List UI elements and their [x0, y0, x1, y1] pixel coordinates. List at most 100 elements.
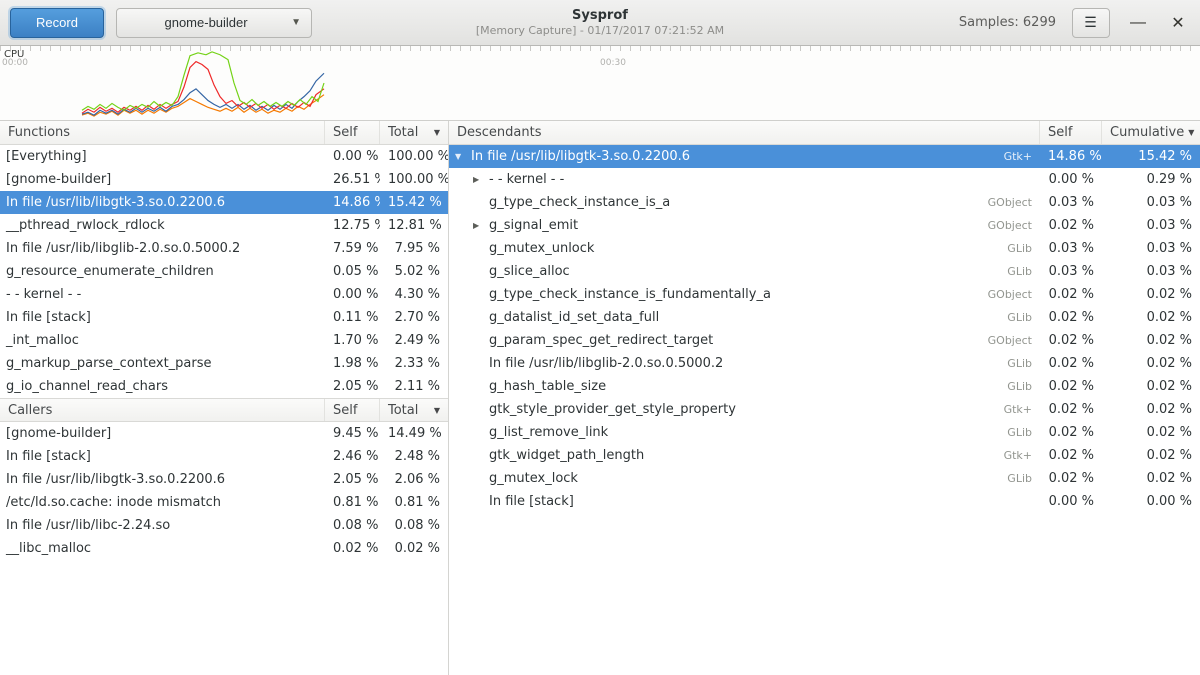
descendant-name: g_type_check_instance_is_a: [489, 195, 670, 210]
descendant-row[interactable]: gtk_widget_path_length Gtk+ 0.02 % 0.02 …: [449, 444, 1200, 467]
sort-indicator-icon: ▼: [430, 128, 440, 137]
expander-icon[interactable]: ▼: [455, 152, 471, 161]
descendant-name: g_mutex_unlock: [489, 241, 594, 256]
caller-row[interactable]: [gnome-builder] 9.45 % 14.49 %: [0, 422, 448, 445]
descendant-row[interactable]: g_mutex_unlock GLib 0.03 % 0.03 %: [449, 237, 1200, 260]
samples-count: Samples: 6299: [959, 15, 1056, 30]
descendant-row[interactable]: g_mutex_lock GLib 0.02 % 0.02 %: [449, 467, 1200, 490]
descendant-row[interactable]: g_type_check_instance_is_a GObject 0.03 …: [449, 191, 1200, 214]
close-button[interactable]: ✕: [1166, 11, 1190, 35]
callers-self-column-header[interactable]: Self: [325, 399, 380, 421]
library-badge: GLib: [997, 357, 1032, 370]
descendant-row[interactable]: ▶ g_signal_emit GObject 0.02 % 0.03 %: [449, 214, 1200, 237]
descendants-cumulative-column-header[interactable]: Cumulative ▼: [1102, 121, 1200, 144]
functions-column-header[interactable]: Functions: [0, 121, 325, 144]
descendant-row[interactable]: gtk_style_provider_get_style_property Gt…: [449, 398, 1200, 421]
descendant-self-value: 0.03 %: [1040, 264, 1102, 279]
function-name: In file [stack]: [0, 310, 325, 325]
menu-button[interactable]: ☰: [1072, 8, 1110, 38]
functions-self-column-header[interactable]: Self: [325, 121, 380, 144]
function-total-value: 5.02 %: [380, 264, 448, 279]
caller-name: In file /usr/lib/libc-2.24.so: [0, 518, 325, 533]
expander-icon[interactable]: ▶: [473, 221, 489, 230]
record-button[interactable]: Record: [10, 8, 104, 38]
functions-total-label: Total: [388, 125, 418, 140]
function-row[interactable]: In file [stack] 0.11 % 2.70 %: [0, 306, 448, 329]
descendant-self-value: 0.02 %: [1040, 333, 1102, 348]
caller-row[interactable]: In file /usr/lib/libc-2.24.so 0.08 % 0.0…: [0, 514, 448, 537]
process-selector[interactable]: gnome-builder ▼: [116, 8, 312, 38]
minimize-button[interactable]: —: [1126, 11, 1150, 35]
functions-header-row: Functions Self Total ▼: [0, 121, 448, 145]
caller-row[interactable]: /etc/ld.so.cache: inode mismatch 0.81 % …: [0, 491, 448, 514]
callers-total-column-header[interactable]: Total ▼: [380, 399, 448, 421]
function-row[interactable]: In file /usr/lib/libglib-2.0.so.0.5000.2…: [0, 237, 448, 260]
function-row[interactable]: In file /usr/lib/libgtk-3.so.0.2200.6 14…: [0, 191, 448, 214]
descendants-column-header[interactable]: Descendants: [449, 121, 1040, 144]
descendant-row[interactable]: g_hash_table_size GLib 0.02 % 0.02 %: [449, 375, 1200, 398]
descendant-row[interactable]: In file /usr/lib/libglib-2.0.so.0.5000.2…: [449, 352, 1200, 375]
caller-row[interactable]: In file [stack] 2.46 % 2.48 %: [0, 445, 448, 468]
descendant-cumulative-value: 15.42 %: [1102, 149, 1200, 164]
descendant-cumulative-value: 0.02 %: [1102, 356, 1200, 371]
sort-indicator-icon: ▼: [1184, 128, 1194, 137]
descendant-name: g_hash_table_size: [489, 379, 606, 394]
function-total-value: 4.30 %: [380, 287, 448, 302]
callers-column-header[interactable]: Callers: [0, 399, 325, 421]
descendants-self-column-header[interactable]: Self: [1040, 121, 1102, 144]
function-name: g_resource_enumerate_children: [0, 264, 325, 279]
library-badge: GObject: [978, 196, 1032, 209]
descendant-cumulative-value: 0.03 %: [1102, 264, 1200, 279]
function-row[interactable]: [Everything] 0.00 % 100.00 %: [0, 145, 448, 168]
descendant-self-value: 0.02 %: [1040, 379, 1102, 394]
expander-icon[interactable]: ▶: [473, 175, 489, 184]
function-row[interactable]: g_resource_enumerate_children 0.05 % 5.0…: [0, 260, 448, 283]
descendant-name: g_signal_emit: [489, 218, 578, 233]
descendant-name-cell: ▶ - - kernel - -: [449, 172, 1040, 187]
function-total-value: 2.33 %: [380, 356, 448, 371]
function-total-value: 2.11 %: [380, 379, 448, 394]
descendant-cumulative-value: 0.03 %: [1102, 241, 1200, 256]
caller-row[interactable]: __libc_malloc 0.02 % 0.02 %: [0, 537, 448, 560]
function-row[interactable]: g_io_channel_read_chars 2.05 % 2.11 %: [0, 375, 448, 398]
descendants-pane: Descendants Self Cumulative ▼ ▼ In file …: [449, 121, 1200, 675]
descendant-row[interactable]: g_datalist_id_set_data_full GLib 0.02 % …: [449, 306, 1200, 329]
descendant-row[interactable]: ▼ In file /usr/lib/libgtk-3.so.0.2200.6 …: [449, 145, 1200, 168]
function-self-value: 2.05 %: [325, 379, 380, 394]
descendant-row[interactable]: g_slice_alloc GLib 0.03 % 0.03 %: [449, 260, 1200, 283]
caller-row[interactable]: In file /usr/lib/libgtk-3.so.0.2200.6 2.…: [0, 468, 448, 491]
descendant-self-value: 0.02 %: [1040, 425, 1102, 440]
function-row[interactable]: - - kernel - - 0.00 % 4.30 %: [0, 283, 448, 306]
descendant-name-cell: g_type_check_instance_is_fundamentally_a…: [449, 287, 1040, 302]
caller-total-value: 2.48 %: [380, 449, 448, 464]
caller-total-value: 0.81 %: [380, 495, 448, 510]
function-self-value: 0.00 %: [325, 149, 380, 164]
function-name: g_io_channel_read_chars: [0, 379, 325, 394]
caller-name: /etc/ld.so.cache: inode mismatch: [0, 495, 325, 510]
descendant-name-cell: g_type_check_instance_is_a GObject: [449, 195, 1040, 210]
function-row[interactable]: _int_malloc 1.70 % 2.49 %: [0, 329, 448, 352]
cpu-graph[interactable]: CPU 00:00 00:30: [0, 46, 1200, 121]
descendant-row[interactable]: In file [stack] 0.00 % 0.00 %: [449, 490, 1200, 513]
descendant-name-cell: g_param_spec_get_redirect_target GObject: [449, 333, 1040, 348]
descendant-cumulative-value: 0.02 %: [1102, 402, 1200, 417]
descendant-name: gtk_widget_path_length: [489, 448, 644, 463]
descendant-self-value: 0.03 %: [1040, 241, 1102, 256]
function-name: _int_malloc: [0, 333, 325, 348]
descendant-row[interactable]: g_type_check_instance_is_fundamentally_a…: [449, 283, 1200, 306]
descendant-row[interactable]: g_list_remove_link GLib 0.02 % 0.02 %: [449, 421, 1200, 444]
function-name: In file /usr/lib/libglib-2.0.so.0.5000.2: [0, 241, 325, 256]
descendant-name: g_type_check_instance_is_fundamentally_a: [489, 287, 771, 302]
function-row[interactable]: __pthread_rwlock_rdlock 12.75 % 12.81 %: [0, 214, 448, 237]
time-tick-mid: 00:30: [600, 58, 626, 68]
left-pane: Functions Self Total ▼ [Everything] 0.00…: [0, 121, 449, 675]
descendant-row[interactable]: g_param_spec_get_redirect_target GObject…: [449, 329, 1200, 352]
descendant-row[interactable]: ▶ - - kernel - - 0.00 % 0.29 %: [449, 168, 1200, 191]
function-self-value: 0.05 %: [325, 264, 380, 279]
window-title: Sysprof [Memory Capture] - 01/17/2017 07…: [476, 8, 724, 38]
function-row[interactable]: g_markup_parse_context_parse 1.98 % 2.33…: [0, 352, 448, 375]
caller-self-value: 9.45 %: [325, 426, 380, 441]
functions-total-column-header[interactable]: Total ▼: [380, 121, 448, 144]
function-row[interactable]: [gnome-builder] 26.51 % 100.00 %: [0, 168, 448, 191]
descendant-name-cell: ▼ In file /usr/lib/libgtk-3.so.0.2200.6 …: [449, 149, 1040, 164]
